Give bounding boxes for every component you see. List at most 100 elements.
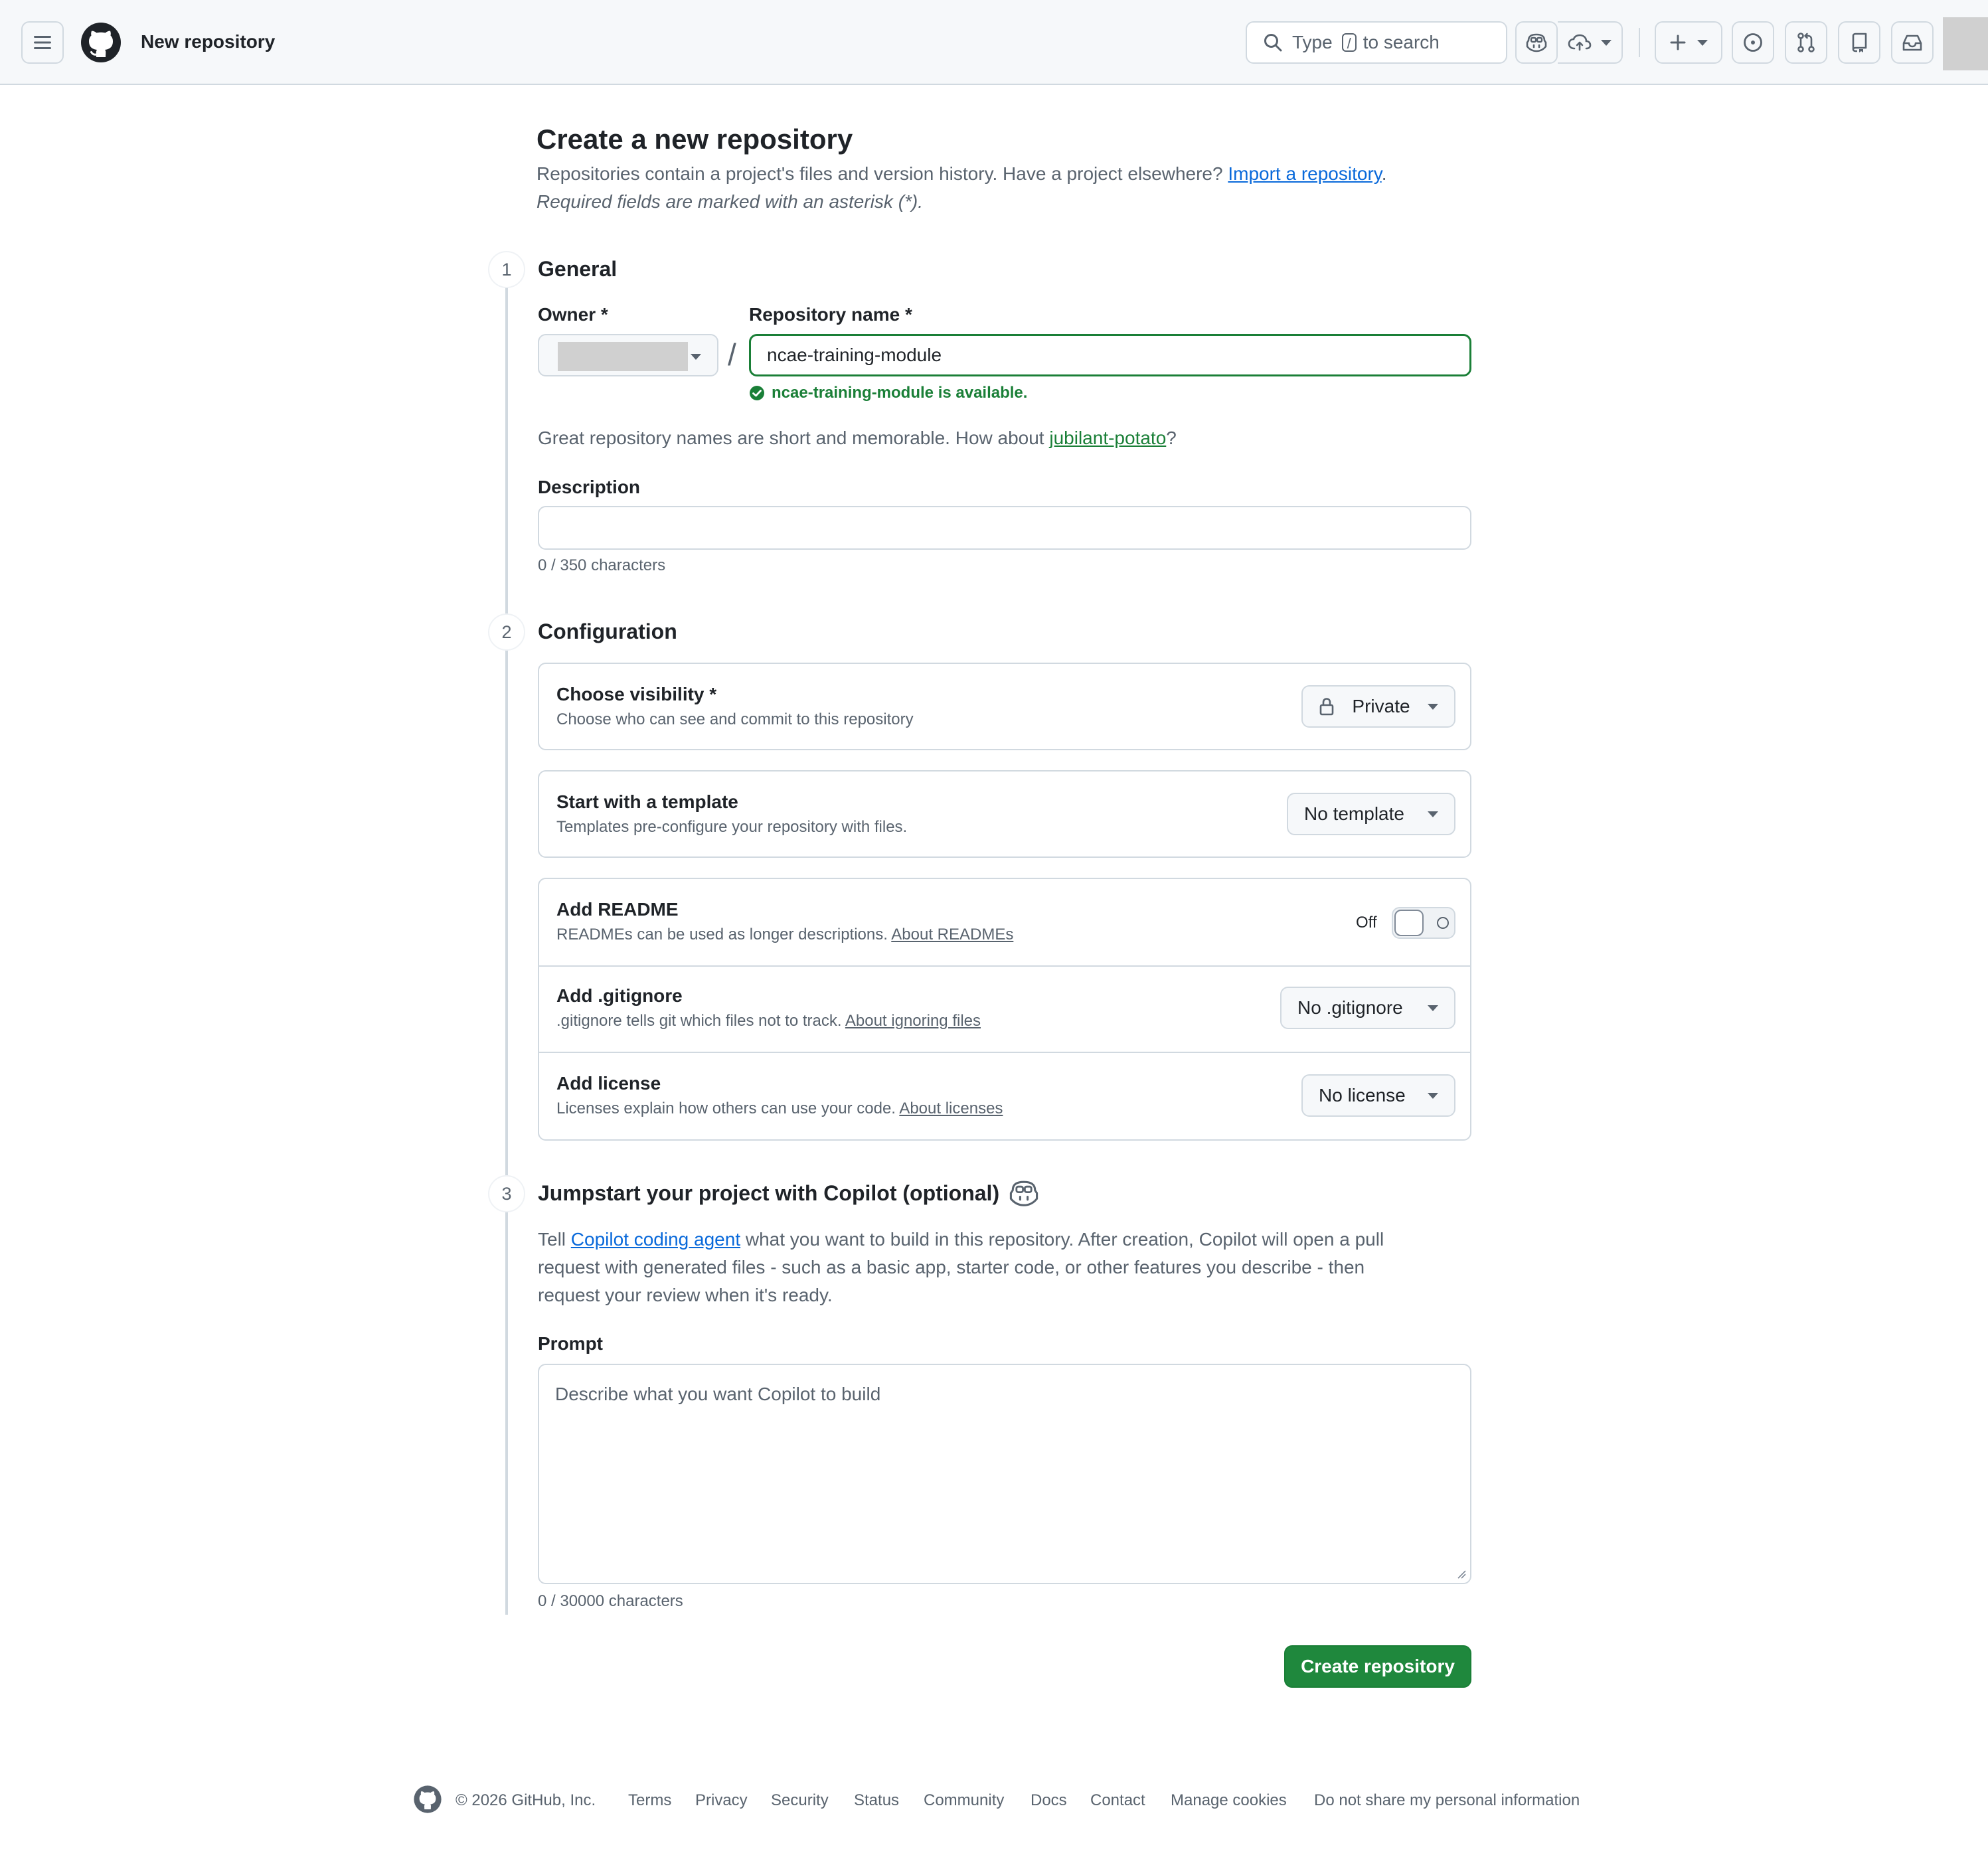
gitignore-subtitle: .gitignore tells git which files not to … [556,1011,981,1032]
required-note: Required fields are marked with an aster… [537,191,924,212]
repository-name-input[interactable]: ncae-training-module [749,334,1471,376]
copilot-intro: Tell Copilot coding agent what you want … [538,1226,1481,1309]
avatar[interactable] [1943,17,1988,70]
footer-link-terms[interactable]: Terms [628,1790,671,1811]
prompt-label: Prompt [538,1333,603,1354]
template-card: Start with a template Templates pre-conf… [538,770,1471,858]
about-licenses-link[interactable]: About licenses [899,1099,1003,1117]
name-suggestion: Great repository names are short and mem… [538,426,1177,450]
pull-requests-button[interactable] [1785,21,1827,64]
copilot-menu-button[interactable] [1558,21,1623,64]
chevron-down-icon [1428,703,1438,710]
owner-select[interactable] [538,334,718,376]
section-title-copilot: Jumpstart your project with Copilot (opt… [538,1181,1000,1205]
license-title: Add license [556,1073,661,1094]
readme-title: Add README [556,899,679,920]
availability-text: ncae-training-module is available. [772,384,1028,402]
issues-button[interactable] [1732,21,1774,64]
section-title-configuration: Configuration [538,619,677,643]
about-ignoring-files-link[interactable]: About ignoring files [845,1012,981,1030]
footer-link-privacy[interactable]: Privacy [695,1790,748,1811]
github-logo-icon[interactable] [413,1785,442,1814]
page-lead-end: . [1381,163,1387,184]
step-number-3: 3 [488,1175,525,1212]
footer-link-security[interactable]: Security [771,1790,829,1811]
chevron-down-icon [1601,39,1612,46]
suggestion-suffix: ? [1166,428,1177,448]
visibility-subtitle: Choose who can see and commit to this re… [556,710,914,728]
description-input[interactable] [538,506,1471,550]
suggestion-prefix: Great repository names are short and mem… [538,428,1044,448]
footer-copyright: © 2026 GitHub, Inc. [456,1791,596,1809]
readme-subtitle: READMEs can be used as longer descriptio… [556,924,1013,945]
issue-opened-icon [1744,33,1762,52]
visibility-title: Choose visibility * [556,684,717,704]
template-dropdown[interactable]: No template [1287,793,1455,835]
gitignore-dropdown[interactable]: No .gitignore [1280,987,1455,1029]
description-char-counter: 0 / 350 characters [538,556,666,574]
step-number-2: 2 [488,613,525,651]
license-value: No license [1319,1085,1406,1105]
repository-name-label: Repository name * [749,304,912,325]
search-prefix: Type [1292,32,1333,52]
about-readmes-link[interactable]: About READMEs [891,926,1013,943]
copilot-coding-agent-link[interactable]: Copilot coding agent [571,1229,740,1250]
footer-link-community[interactable]: Community [924,1790,1004,1811]
copilot-intro-prefix: Tell [538,1229,566,1250]
footer-link-status[interactable]: Status [854,1790,899,1811]
footer-link-do-not-share[interactable]: Do not share my personal information [1314,1790,1580,1811]
steps-rail [505,270,508,1615]
template-subtitle: Templates pre-configure your repository … [556,818,908,836]
copilot-intro-line-1: Tell Copilot coding agent what you want … [538,1226,1481,1254]
readme-toggle[interactable] [1392,907,1455,939]
repositories-button[interactable] [1838,21,1880,64]
footer-link-manage-cookies[interactable]: Manage cookies [1171,1790,1287,1811]
initialize-options-card: Add README READMEs can be used as longer… [538,878,1471,1141]
create-new-button[interactable] [1655,21,1722,64]
copilot-button[interactable] [1515,21,1558,64]
import-repository-link[interactable]: Import a repository [1228,163,1381,184]
inbox-button[interactable] [1891,21,1934,64]
license-dropdown[interactable]: No license [1301,1074,1455,1117]
toggle-knob [1394,910,1424,936]
copilot-intro-text-1: what you want to build in this repositor… [745,1229,1384,1250]
search-shortcut-key: / [1341,33,1357,52]
footer-link-contact[interactable]: Contact [1090,1790,1145,1811]
section-title-copilot-wrap: Jumpstart your project with Copilot (opt… [538,1179,1040,1208]
search-input[interactable]: Type / to search [1246,21,1507,64]
create-repository-button[interactable]: Create repository [1284,1645,1471,1688]
search-icon [1264,34,1282,52]
suggested-name-link[interactable]: jubilant-potato [1049,428,1166,448]
prompt-placeholder: Describe what you want Copilot to build [555,1384,881,1404]
owner-label: Owner * [538,304,608,325]
menu-button[interactable] [21,21,64,64]
visibility-value: Private [1352,696,1410,716]
prompt-textarea[interactable]: Describe what you want Copilot to build [538,1364,1471,1584]
hamburger-icon [34,36,51,49]
check-circle-icon [750,386,764,400]
owner-repo-slash: / [728,337,736,372]
repository-name-value: ncae-training-module [767,345,942,365]
github-logo-icon[interactable] [80,21,122,64]
git-pull-request-icon [1797,33,1815,52]
readme-toggle-state: Off [1356,914,1377,932]
global-header: New repository Type / to search [0,0,1988,85]
gitignore-title: Add .gitignore [556,985,683,1006]
gitignore-subtitle-text: .gitignore tells git which files not to … [556,1012,842,1030]
footer-link-docs[interactable]: Docs [1031,1790,1067,1811]
visibility-card: Choose visibility * Choose who can see a… [538,663,1471,750]
lock-icon [1319,698,1334,716]
search-suffix: to search [1363,32,1440,52]
section-title-general: General [538,257,618,281]
inbox-icon [1902,35,1922,51]
copilot-icon [1009,1180,1038,1206]
header-title[interactable]: New repository [141,29,275,54]
gitignore-row: Add .gitignore .gitignore tells git whic… [539,967,1470,1052]
visibility-dropdown[interactable]: Private [1301,685,1455,728]
step-number-1: 1 [488,251,525,288]
chevron-down-icon [1428,811,1438,817]
page-title: Create a new repository [537,123,853,155]
license-subtitle: Licenses explain how others can use your… [556,1098,1003,1119]
resize-grip-icon[interactable] [1457,1570,1466,1579]
chevron-down-icon [691,354,701,360]
